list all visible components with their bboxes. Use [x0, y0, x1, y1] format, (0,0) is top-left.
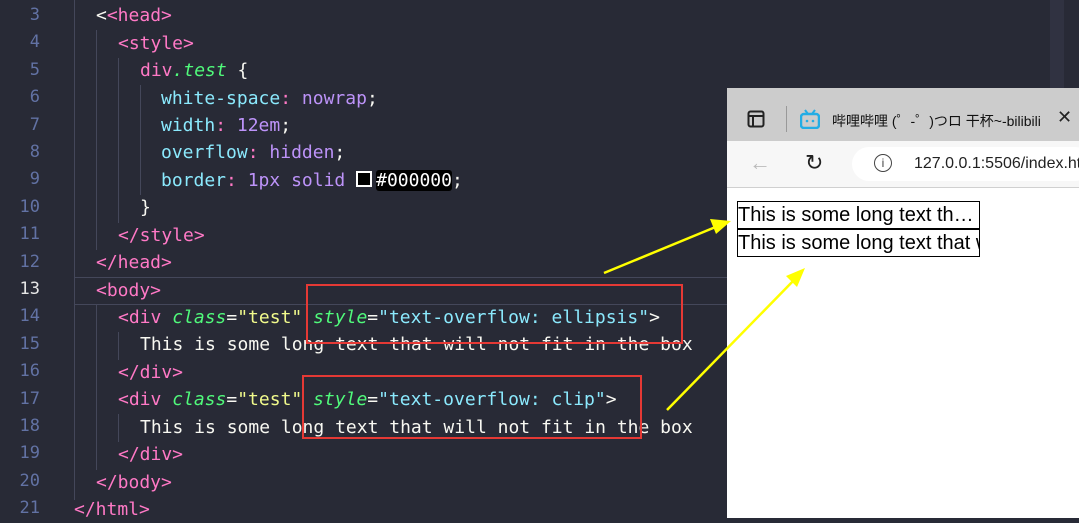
arrow-to-ellipsis: [603, 219, 731, 275]
arrow-to-clip: [666, 268, 805, 411]
annotation-arrows: [603, 219, 805, 411]
